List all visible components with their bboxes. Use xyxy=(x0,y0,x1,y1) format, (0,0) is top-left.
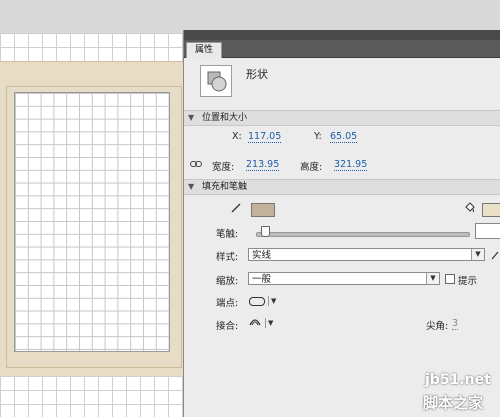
stroke-width-slider[interactable] xyxy=(256,232,470,237)
hint-label: 提示 xyxy=(458,276,478,287)
tab-properties[interactable]: 属性 xyxy=(186,42,223,58)
pasteboard-grid-top xyxy=(0,33,190,61)
x-value-field[interactable]: 117.05 xyxy=(248,131,282,143)
chevron-down-icon[interactable]: ▼ xyxy=(471,249,484,260)
object-type-label: 形状 xyxy=(246,68,268,81)
stroke-width-input[interactable] xyxy=(475,223,500,239)
section-position-size[interactable]: ▼ 位置和大小 xyxy=(184,110,500,126)
panel-tab-bar: 属性 xyxy=(184,40,500,58)
pasteboard-grid-bottom xyxy=(0,376,190,417)
properties-panel: 属性 形状 ▼ 位置和大小 X: 117.05 Y: 65.05 宽度: 213… xyxy=(183,30,500,417)
scale-select[interactable]: 一般 ▼ xyxy=(248,272,440,285)
watermark-url: jb51.net xyxy=(425,372,491,388)
style-label: 样式: xyxy=(216,252,239,263)
miter-value-field[interactable]: 3 xyxy=(452,318,459,330)
stroke-style-select[interactable]: 实线 ▼ xyxy=(248,248,485,261)
miter-label: 尖角: xyxy=(426,321,449,332)
join-dropdown-arrow-icon[interactable]: ▼ xyxy=(268,319,273,327)
join-label: 接合: xyxy=(216,321,239,332)
cap-dropdown-arrow-icon[interactable]: ▼ xyxy=(271,297,276,305)
grid-paper-shape[interactable] xyxy=(14,92,170,352)
section-fill-stroke[interactable]: ▼ 填充和笔触 xyxy=(184,179,500,195)
width-value-field[interactable]: 213.95 xyxy=(246,159,280,171)
edit-stroke-style-icon[interactable] xyxy=(490,250,500,260)
divider xyxy=(268,296,269,306)
section-title: 填充和笔触 xyxy=(202,182,248,192)
panel-title-bar[interactable] xyxy=(184,30,500,40)
paint-bucket-icon xyxy=(465,202,475,213)
round-join-icon[interactable] xyxy=(248,316,262,327)
y-value-field[interactable]: 65.05 xyxy=(330,131,358,143)
section-title: 位置和大小 xyxy=(202,113,248,123)
cap-label: 端点: xyxy=(216,298,239,309)
scale-value: 一般 xyxy=(252,274,272,285)
watermark-site-name: 脚本之家 xyxy=(423,394,484,412)
chevron-down-icon[interactable]: ▼ xyxy=(426,273,439,284)
shape-type-icon xyxy=(200,65,232,97)
stroke-label: 笔触: xyxy=(216,229,239,240)
pencil-icon xyxy=(231,203,241,213)
y-label: Y: xyxy=(314,131,322,142)
object-info-row: 形状 xyxy=(184,58,500,110)
stroke-color-swatch[interactable] xyxy=(251,203,275,217)
height-label: 高度: xyxy=(300,162,323,173)
width-label: 宽度: xyxy=(212,162,235,173)
round-cap-icon[interactable] xyxy=(249,297,265,306)
scale-label: 缩放: xyxy=(216,276,239,287)
x-label: X: xyxy=(232,131,242,142)
lock-proportions-icon[interactable] xyxy=(190,160,202,168)
fill-color-swatch[interactable] xyxy=(482,203,500,217)
divider xyxy=(265,318,266,328)
hint-checkbox[interactable] xyxy=(445,274,455,284)
stroke-slider-thumb[interactable] xyxy=(261,226,271,237)
collapse-triangle-icon[interactable]: ▼ xyxy=(188,180,194,194)
collapse-triangle-icon[interactable]: ▼ xyxy=(188,111,194,125)
height-value-field[interactable]: 321.95 xyxy=(334,159,368,171)
stroke-style-value: 实线 xyxy=(252,250,272,261)
